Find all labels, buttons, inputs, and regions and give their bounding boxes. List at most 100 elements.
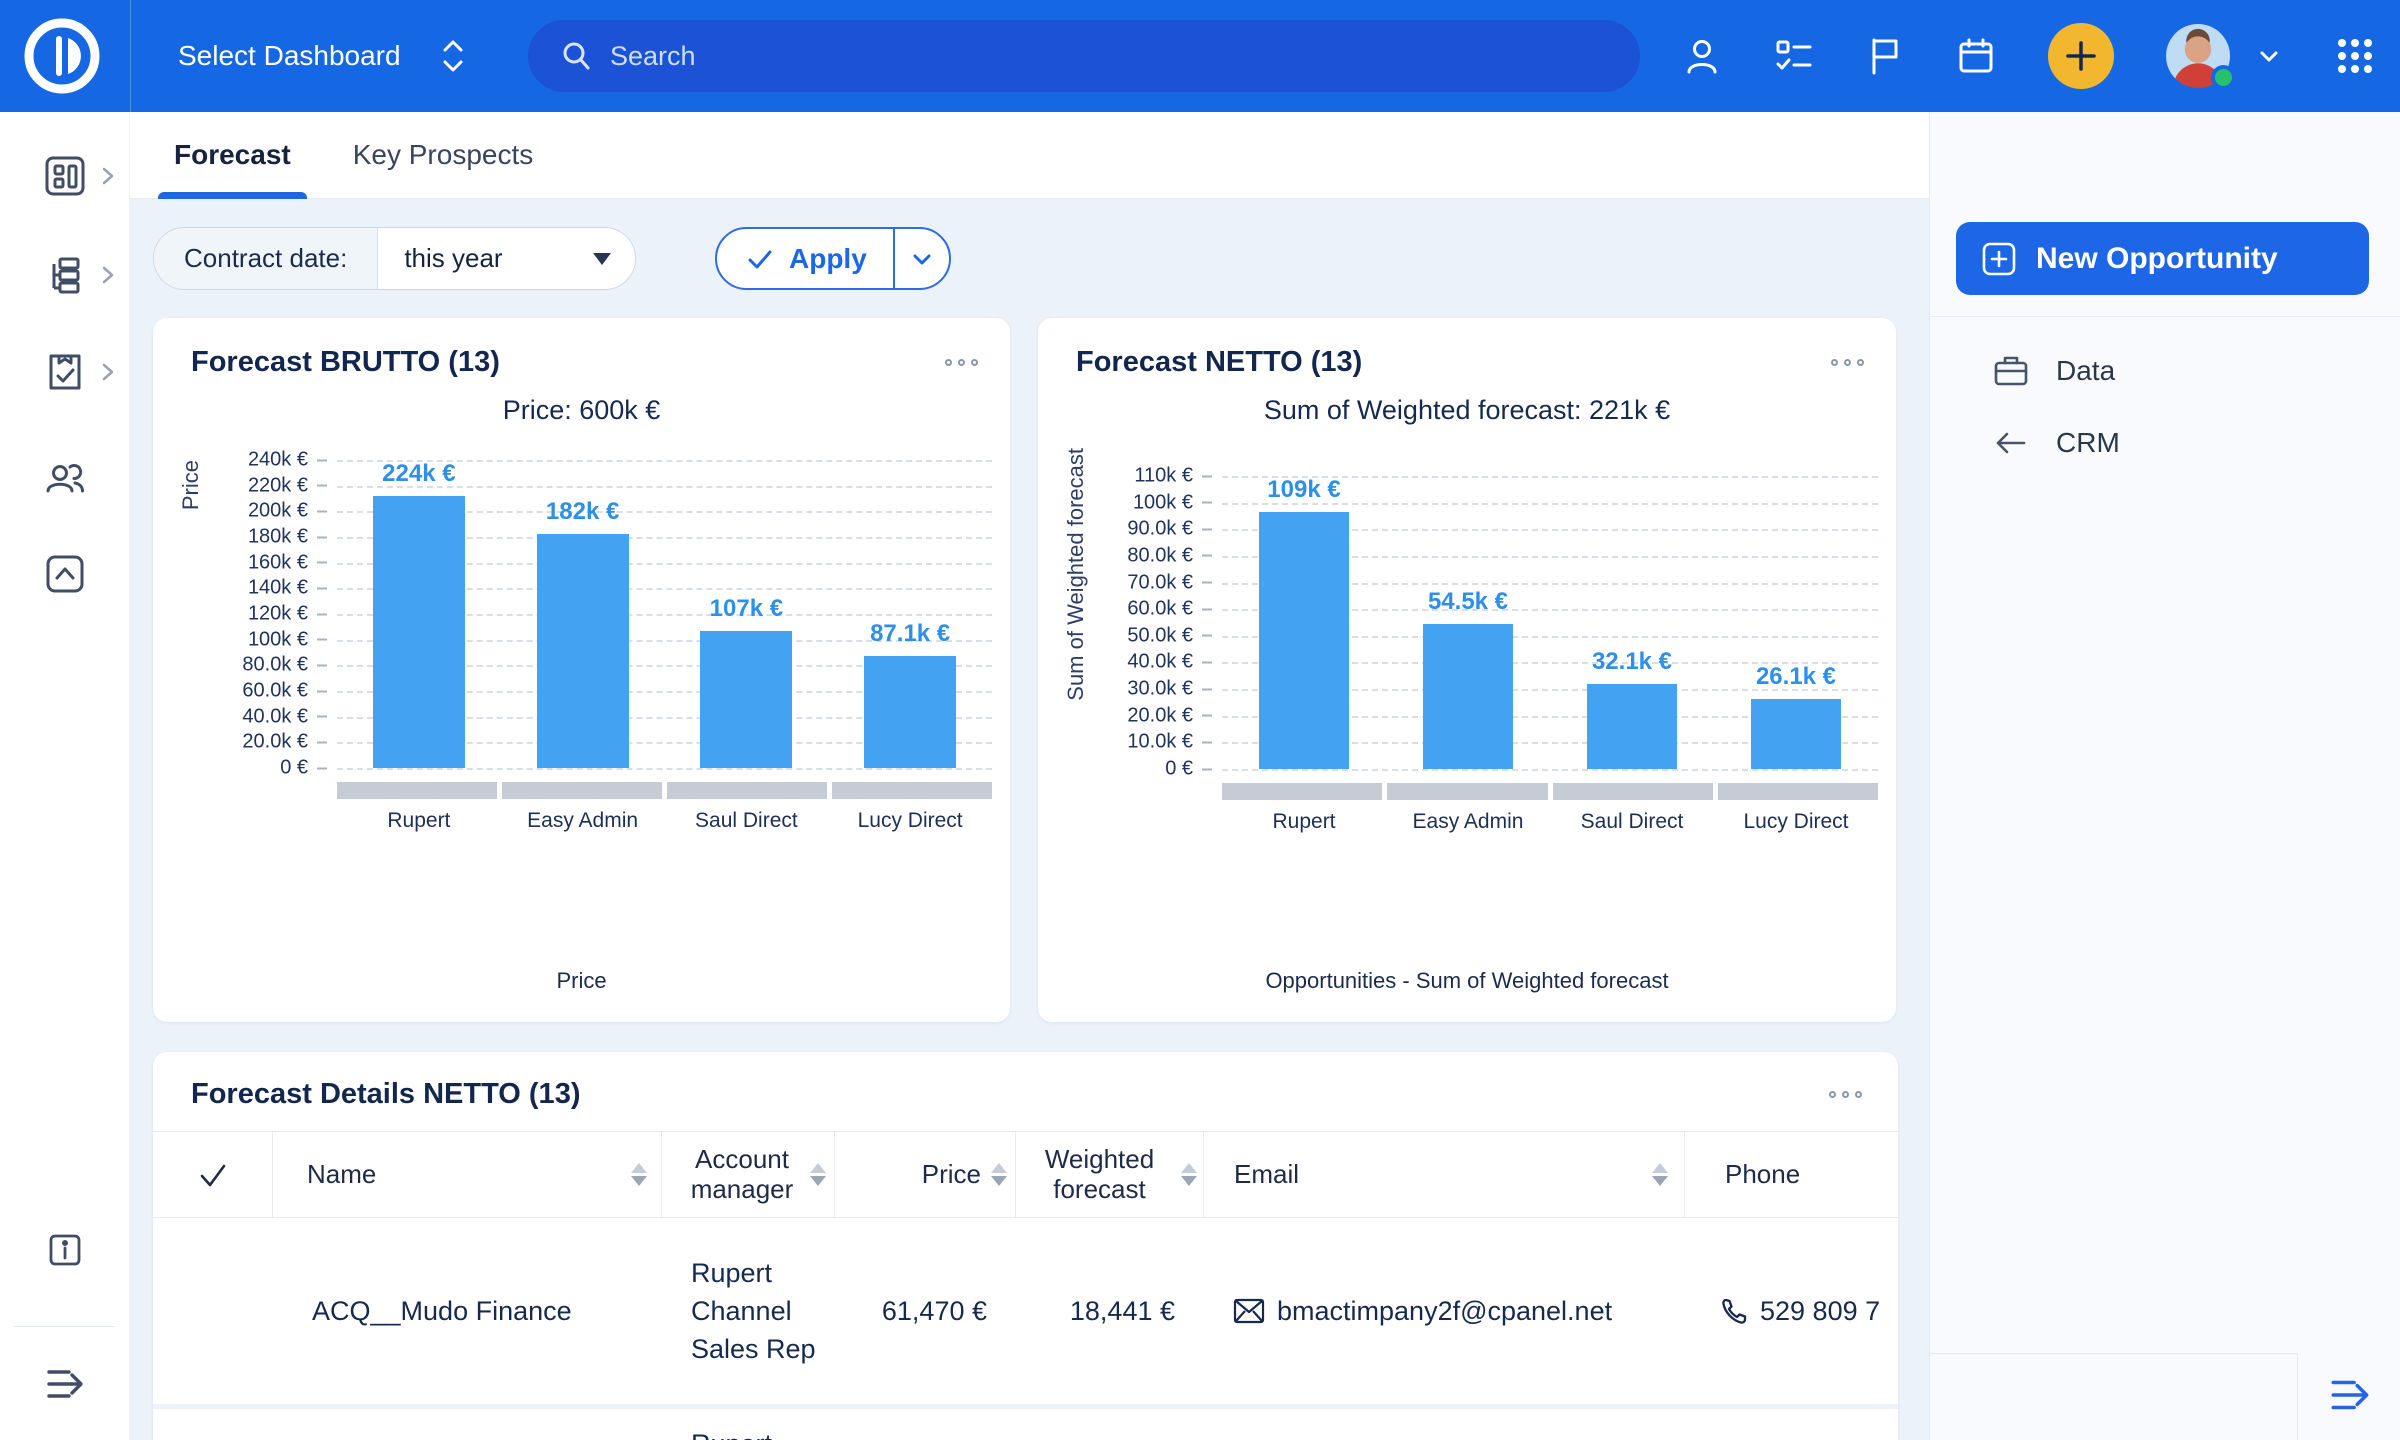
x-band-segment bbox=[832, 782, 992, 799]
new-opportunity-button[interactable]: New Opportunity bbox=[1956, 222, 2369, 295]
column-header-account-manager[interactable]: Account manager bbox=[661, 1132, 834, 1217]
column-header-phone[interactable]: Phone bbox=[1684, 1132, 1898, 1217]
x-band-segment bbox=[1718, 783, 1878, 800]
bar-slot: 32.1k € bbox=[1550, 476, 1714, 769]
bar-value-label: 182k € bbox=[546, 498, 619, 526]
apply-options-button[interactable] bbox=[893, 229, 949, 288]
contacts-button[interactable] bbox=[1682, 36, 1722, 76]
table-row[interactable]: Rupert bbox=[153, 1409, 1898, 1440]
table-menu-button[interactable] bbox=[1829, 1085, 1862, 1104]
chevron-right-icon bbox=[100, 360, 116, 384]
box-chevron-up-icon bbox=[42, 551, 88, 597]
y-tick-label: 120k € bbox=[209, 603, 327, 626]
bar-slot: 26.1k € bbox=[1714, 476, 1878, 769]
panel-bottom-vline bbox=[2297, 1353, 2298, 1440]
column-header-price[interactable]: Price bbox=[834, 1132, 1015, 1217]
table-row[interactable]: ACQ__Mudo Finance Rupert Channel Sales R… bbox=[153, 1218, 1898, 1409]
goals-button[interactable] bbox=[1866, 36, 1904, 76]
topbar-actions bbox=[1682, 0, 2376, 112]
bar-slot: 182k € bbox=[501, 460, 665, 768]
sidebar-item-dashboards[interactable] bbox=[0, 146, 130, 206]
dashboard-selector[interactable]: Select Dashboard bbox=[178, 0, 469, 112]
sort-icon bbox=[1181, 1163, 1197, 1186]
right-action-panel: New Opportunity Data CRM bbox=[1929, 112, 2400, 1440]
apply-button[interactable]: Apply bbox=[717, 229, 893, 288]
app-logo-icon[interactable] bbox=[22, 16, 102, 96]
tab-key-prospects[interactable]: Key Prospects bbox=[337, 112, 550, 199]
phone-cell bbox=[1684, 1409, 1898, 1440]
people-icon bbox=[42, 453, 88, 499]
column-header-email[interactable]: Email bbox=[1203, 1132, 1684, 1217]
chart-subtitle: Sum of Weighted forecast: 221k € bbox=[1038, 395, 1896, 426]
panel-item-data[interactable]: Data bbox=[1930, 338, 2400, 404]
select-all-header[interactable] bbox=[153, 1132, 272, 1217]
filter-label: Contract date: bbox=[154, 228, 378, 289]
tasks-button[interactable] bbox=[1774, 36, 1814, 76]
email-cell[interactable]: bmactimpany2f@cpanel.net bbox=[1203, 1218, 1684, 1404]
panel-divider bbox=[1930, 316, 2400, 317]
chart-card-forecast-brutto: Forecast BRUTTO (13) Price: 600k € Price… bbox=[153, 318, 1010, 1022]
y-tick-label: 40.0k € bbox=[209, 705, 327, 728]
bar bbox=[700, 631, 792, 768]
y-axis-title: Price bbox=[173, 460, 209, 510]
sidebar-item-orders[interactable] bbox=[0, 342, 130, 402]
quick-add-button[interactable] bbox=[2048, 23, 2114, 89]
expand-right-icon bbox=[42, 1362, 90, 1406]
x-band-segment bbox=[1553, 783, 1713, 800]
y-tick-label: 100k € bbox=[1094, 491, 1212, 514]
chevron-down-icon bbox=[2256, 43, 2282, 69]
y-tick-label: 160k € bbox=[209, 551, 327, 574]
email-cell bbox=[1203, 1409, 1684, 1440]
chart-menu-button[interactable] bbox=[1831, 353, 1864, 372]
panel-bottom-divider bbox=[1930, 1353, 2297, 1354]
calendar-button[interactable] bbox=[1956, 36, 1996, 76]
avatar[interactable] bbox=[2166, 24, 2230, 88]
sidebar-item-import[interactable] bbox=[0, 544, 130, 604]
chart-menu-button[interactable] bbox=[945, 353, 978, 372]
bar-value-label: 107k € bbox=[710, 595, 783, 623]
gridline bbox=[337, 768, 992, 770]
bar-value-label: 54.5k € bbox=[1428, 588, 1508, 616]
y-tick-label: 60.0k € bbox=[209, 680, 327, 703]
search-input[interactable] bbox=[610, 41, 1510, 72]
account-menu-button[interactable] bbox=[2256, 43, 2282, 69]
sort-icon bbox=[631, 1163, 647, 1186]
bar bbox=[1259, 512, 1349, 769]
apps-grid-button[interactable] bbox=[2334, 35, 2376, 77]
chart-footer-label: Price bbox=[153, 968, 1010, 1022]
sidebar-item-pipeline[interactable] bbox=[0, 245, 130, 305]
apps-grid-icon bbox=[2334, 35, 2376, 77]
bar-slot: 109k € bbox=[1222, 476, 1386, 769]
y-tick-label: 20.0k € bbox=[209, 731, 327, 754]
row-select-cell[interactable] bbox=[153, 1218, 272, 1404]
dashboard-content: Contract date: this year Apply Forecas bbox=[130, 199, 1929, 1440]
info-icon bbox=[45, 1230, 85, 1270]
y-axis-title: Sum of Weighted forecast bbox=[1058, 476, 1094, 701]
x-band-segment bbox=[1387, 783, 1547, 800]
phone-cell[interactable]: 529 809 7 bbox=[1684, 1218, 1898, 1404]
bar bbox=[864, 656, 956, 768]
sort-icon bbox=[1652, 1163, 1668, 1186]
sidebar-expand-button[interactable] bbox=[42, 1362, 90, 1409]
search-bar[interactable] bbox=[528, 20, 1640, 92]
tab-forecast[interactable]: Forecast bbox=[158, 112, 307, 199]
x-band-segment bbox=[502, 782, 662, 799]
panel-expand-button[interactable] bbox=[2326, 1372, 2376, 1421]
bar-value-label: 87.1k € bbox=[870, 620, 950, 648]
column-header-name[interactable]: Name bbox=[272, 1132, 661, 1217]
bar-slot: 107k € bbox=[665, 460, 829, 768]
briefcase-icon bbox=[1992, 352, 2030, 390]
filter-value-select[interactable]: this year bbox=[378, 228, 634, 289]
bar-value-label: 32.1k € bbox=[1592, 648, 1672, 676]
bar bbox=[1587, 684, 1677, 770]
y-tick-label: 220k € bbox=[209, 474, 327, 497]
sidebar-item-info[interactable] bbox=[0, 1220, 130, 1280]
panel-item-crm[interactable]: CRM bbox=[1930, 410, 2400, 476]
sidebar-item-contacts[interactable] bbox=[0, 446, 130, 506]
column-header-weighted-forecast[interactable]: Weighted forecast bbox=[1015, 1132, 1203, 1217]
x-band-segment bbox=[1222, 783, 1382, 800]
y-tick-label: 180k € bbox=[209, 526, 327, 549]
sidebar-divider bbox=[14, 1326, 115, 1327]
x-category-label: Saul Direct bbox=[1550, 810, 1714, 834]
row-select-cell[interactable] bbox=[153, 1409, 272, 1440]
